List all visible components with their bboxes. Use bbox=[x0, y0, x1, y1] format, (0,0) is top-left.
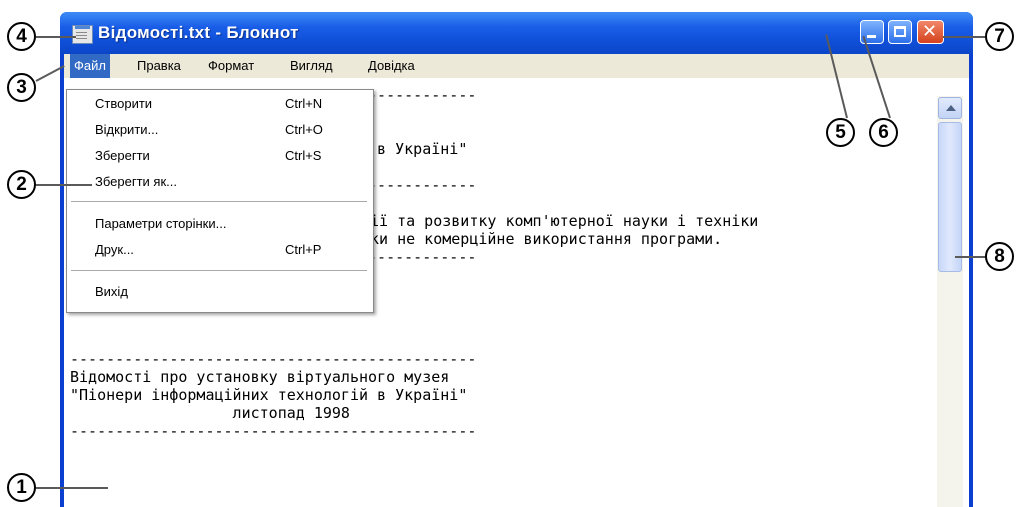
menu-file[interactable]: Файл bbox=[70, 54, 110, 78]
file-menu-dropdown: Створити Ctrl+N Відкрити... Ctrl+O Зберегт… bbox=[66, 89, 374, 313]
text-line: "Піонери інформаційних технологій в Укра… bbox=[70, 386, 468, 404]
callout-6: 6 bbox=[869, 118, 898, 147]
callout-4: 4 bbox=[7, 22, 36, 51]
callout-2: 2 bbox=[7, 170, 36, 199]
callout-leader bbox=[36, 487, 108, 489]
menu-edit[interactable]: Правка bbox=[133, 54, 185, 78]
callout-3: 3 bbox=[7, 73, 36, 102]
callout-5: 5 bbox=[826, 118, 855, 147]
minimize-icon bbox=[867, 35, 876, 38]
menu-item-new[interactable]: Створити Ctrl+N bbox=[67, 92, 373, 116]
text-line: листопад 1998 bbox=[70, 404, 350, 422]
menu-separator bbox=[71, 270, 367, 271]
callout-leader bbox=[943, 36, 985, 38]
menu-help[interactable]: Довідка bbox=[364, 54, 419, 78]
scroll-up-arrow-icon[interactable] bbox=[938, 97, 962, 119]
window-title: Відомості.txt - Блокнот bbox=[98, 23, 299, 42]
callout-leader bbox=[36, 184, 92, 186]
notepad-icon[interactable] bbox=[72, 25, 93, 44]
menu-item-open[interactable]: Відкрити... Ctrl+O bbox=[67, 118, 373, 142]
maximize-icon bbox=[894, 26, 906, 37]
close-button[interactable]: ✕ bbox=[917, 20, 944, 44]
maximize-button[interactable] bbox=[888, 20, 912, 44]
menu-format[interactable]: Формат bbox=[204, 54, 258, 78]
callout-8: 8 bbox=[985, 242, 1014, 271]
scroll-thumb[interactable] bbox=[938, 122, 962, 272]
callout-1: 1 bbox=[7, 473, 36, 502]
menu-item-exit[interactable]: Вихід bbox=[67, 280, 373, 304]
menu-item-print[interactable]: Друк... Ctrl+P bbox=[67, 238, 373, 262]
menu-item-page-setup[interactable]: Параметри сторінки... bbox=[67, 212, 373, 236]
callout-leader bbox=[36, 36, 76, 38]
menu-view[interactable]: Вигляд bbox=[286, 54, 337, 78]
callout-leader bbox=[955, 256, 985, 258]
menu-item-save[interactable]: Зберегти Ctrl+S bbox=[67, 144, 373, 168]
vertical-scrollbar[interactable] bbox=[937, 96, 963, 507]
close-icon: ✕ bbox=[922, 21, 938, 42]
menu-separator bbox=[71, 201, 367, 202]
text-line: Відомості про установку віртуального муз… bbox=[70, 368, 450, 386]
text-line: ----------------------------------------… bbox=[70, 350, 477, 368]
title-bar[interactable]: Відомості.txt - Блокнот ✕ bbox=[60, 12, 973, 54]
menu-item-save-as[interactable]: Зберегти як... bbox=[67, 170, 373, 194]
text-line: ----------------------------------------… bbox=[70, 422, 477, 440]
callout-7: 7 bbox=[985, 22, 1014, 51]
